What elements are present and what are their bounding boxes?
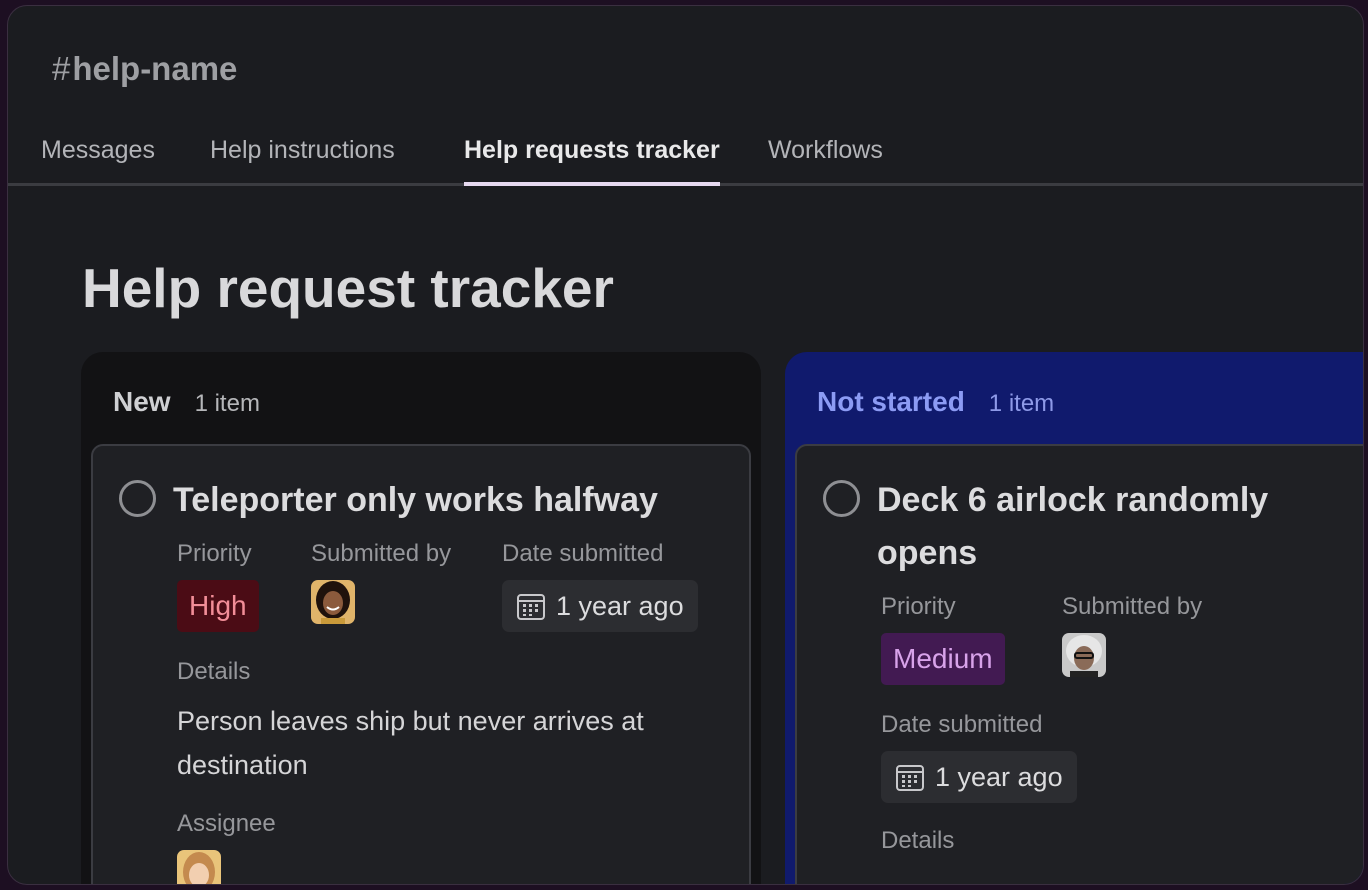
tab-help-requests-tracker[interactable]: Help requests tracker (464, 136, 720, 186)
column-not-started: Not started 1 item Deck 6 airlock random… (785, 352, 1363, 884)
calendar-icon (895, 762, 925, 792)
column-count: 1 item (988, 390, 1055, 417)
checkbox-circle-icon[interactable] (119, 480, 156, 517)
tab-help-instructions[interactable]: Help instructions (210, 136, 395, 186)
column-count: 1 item (194, 390, 260, 417)
column-name: Not started (817, 386, 965, 417)
details-label: Details (177, 658, 251, 685)
details-value: Person leaves ship but never arrives at … (177, 706, 644, 780)
submitted-by-label: Submitted by (1062, 593, 1203, 620)
checkbox-circle-icon[interactable] (823, 480, 860, 517)
submitter-avatar[interactable] (311, 580, 355, 624)
page-title: Help request tracker (82, 257, 614, 319)
request-card[interactable]: Deck 6 airlock randomly opens Priority M… (795, 444, 1363, 884)
priority-label: Priority (177, 540, 252, 567)
assignee-avatar[interactable] (177, 850, 221, 884)
date-submitted-label: Date submitted (881, 711, 1043, 738)
column-name: New (113, 386, 171, 417)
hash-icon: # (52, 50, 71, 87)
priority-badge: High (177, 580, 259, 632)
card-title[interactable]: Teleporter only works halfway (173, 474, 733, 527)
channel-name: help-name (72, 50, 238, 87)
column-new: New 1 item Teleporter only works halfway… (81, 352, 761, 884)
date-submitted-label: Date submitted (502, 540, 664, 567)
date-badge: 1 year ago (502, 580, 698, 632)
tab-bar: Messages Help instructions Help requests… (8, 128, 1363, 186)
assignee-label: Assignee (177, 810, 276, 837)
card-title[interactable]: Deck 6 airlock randomly opens (877, 474, 1307, 580)
app-window: # help-name Messages Help instructions H… (7, 5, 1364, 885)
submitter-avatar[interactable] (1062, 633, 1106, 677)
date-value: 1 year ago (556, 590, 684, 621)
details-label: Details (881, 827, 955, 854)
column-header: Not started 1 item (817, 386, 1054, 418)
calendar-icon (516, 591, 546, 621)
submitted-by-label: Submitted by (311, 540, 452, 567)
priority-badge: Medium (881, 633, 1005, 685)
tab-workflows[interactable]: Workflows (768, 136, 883, 186)
channel-header[interactable]: # help-name (52, 50, 237, 88)
column-header: New 1 item (113, 386, 260, 418)
priority-label: Priority (881, 593, 956, 620)
request-card[interactable]: Teleporter only works halfway Priority H… (91, 444, 751, 884)
date-badge: 1 year ago (881, 751, 1077, 803)
tab-messages[interactable]: Messages (41, 136, 155, 186)
date-value: 1 year ago (935, 761, 1063, 792)
